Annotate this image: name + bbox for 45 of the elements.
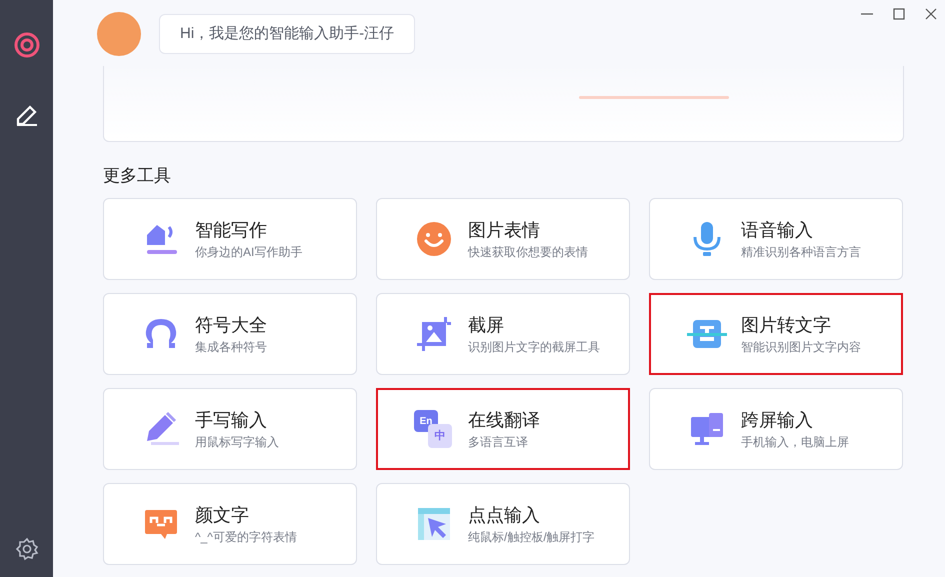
tool-description: 纯鼠标/触控板/触屏打字 xyxy=(468,530,595,544)
tool-card[interactable]: 语音输入 精准识别各种语言方言 xyxy=(649,198,903,280)
section-title: 更多工具 xyxy=(103,166,172,186)
tool-card[interactable]: 点点输入 纯鼠标/触控板/触屏打字 xyxy=(376,483,630,565)
tool-title: 图片转文字 xyxy=(741,314,832,336)
tool-card[interactable]: 图片表情 快速获取你想要的表情 xyxy=(376,198,630,280)
tool-title: 颜文字 xyxy=(195,504,250,526)
maximize-icon[interactable] xyxy=(891,6,907,22)
tool-title: 手写输入 xyxy=(195,408,268,430)
greeting-bubble: Hi，我是您的智能输入助手-汪仔 xyxy=(159,14,416,54)
close-icon[interactable] xyxy=(923,6,939,22)
tool-description: 智能识别图片文字内容 xyxy=(741,340,861,354)
tool-description: 识别图片文字的截屏工具 xyxy=(468,340,600,354)
tool-description: 快速获取你想要的表情 xyxy=(468,244,588,260)
tool-card[interactable]: 跨屏输入 手机输入，电脑上屏 xyxy=(649,388,903,470)
tool-card[interactable]: 图片转文字 智能识别图片文字内容 xyxy=(649,293,903,375)
tool-card[interactable]: 符号大全 集成各种符号 xyxy=(103,293,357,375)
tool-title: 图片表情 xyxy=(468,218,541,240)
zh-label: 中 xyxy=(428,424,452,448)
avatar xyxy=(97,12,141,56)
tool-title: 截屏 xyxy=(468,314,505,336)
tool-description: 你身边的AI写作助手 xyxy=(195,244,302,260)
cursor-grid-icon xyxy=(416,506,452,542)
tool-description: 手机输入，电脑上屏 xyxy=(741,434,849,450)
tool-description: 多语言互译 xyxy=(468,434,529,450)
settings-icon[interactable] xyxy=(14,537,38,561)
smiley-icon xyxy=(416,221,452,257)
tool-description: 用鼠标写字输入 xyxy=(195,434,279,450)
tool-description: ^_^可爱的字符表情 xyxy=(195,530,297,544)
tool-description: 集成各种符号 xyxy=(195,340,267,354)
tool-description: 精准识别各种语言方言 xyxy=(741,244,861,260)
tool-title: 点点输入 xyxy=(468,504,541,526)
tool-title: 跨屏输入 xyxy=(741,408,814,430)
target-logo-icon[interactable] xyxy=(14,32,40,58)
tool-title: 符号大全 xyxy=(195,314,267,336)
tool-card[interactable]: 颜文字 ^_^可爱的字符表情 xyxy=(103,483,357,565)
tool-title: 语音输入 xyxy=(741,218,814,240)
tool-card[interactable]: En 中 在线翻译 多语言互译 xyxy=(376,388,630,470)
monitor-phone-icon xyxy=(689,411,725,447)
picture-crop-icon xyxy=(416,316,452,352)
tool-card[interactable]: 智能写作 你身边的AI写作助手 xyxy=(103,198,357,280)
tool-card[interactable]: 截屏 识别图片文字的截屏工具 xyxy=(376,293,630,375)
tool-title: 智能写作 xyxy=(195,218,268,240)
tool-card[interactable]: 手写输入 用鼠标写字输入 xyxy=(103,388,357,470)
tool-title: 在线翻译 xyxy=(468,408,540,430)
